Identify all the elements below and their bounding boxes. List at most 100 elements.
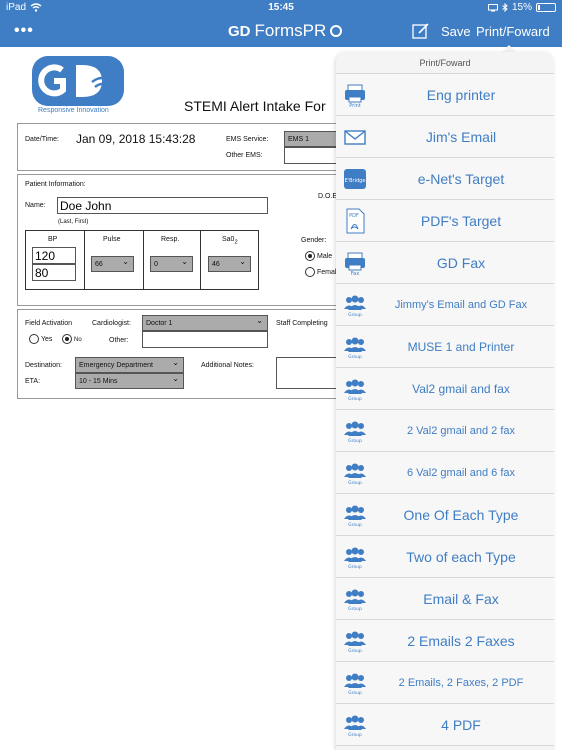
notes-label: Additional Notes: xyxy=(201,362,254,369)
print-forward-popover: Print/Foward Print Eng printer Jim's Email… xyxy=(336,52,554,750)
destination-item-label: 2 Emails 2 Faxes xyxy=(407,633,515,649)
resp-label: Resp. xyxy=(161,236,180,243)
gender-male-label: Male xyxy=(317,253,333,260)
date-label: Date/Time: xyxy=(25,136,59,143)
destination-item[interactable]: Group 4 PDF xyxy=(336,704,554,746)
group-icon: Group xyxy=(344,544,366,570)
ems-service-select[interactable]: EMS 1 xyxy=(284,131,344,147)
field-activation-label: Field Activation xyxy=(25,320,73,327)
group-icon: Group xyxy=(344,418,366,444)
destination-item-label: 6 Val2 gmail and 6 fax xyxy=(406,467,516,479)
group-icon: Group xyxy=(344,628,366,654)
destination-item[interactable]: Fax GD Fax xyxy=(336,242,554,284)
pulse-select[interactable]: 66 ⌄ xyxy=(91,256,134,272)
sao2-select[interactable]: 46 ⌄ xyxy=(208,256,251,272)
eta-label: ETA: xyxy=(25,378,41,385)
destination-label: Destination: xyxy=(25,362,62,369)
group-icon: Group xyxy=(344,334,366,360)
destination-item[interactable]: Group Val2 gmail and fax xyxy=(336,368,554,410)
vitals-divider-2 xyxy=(143,230,144,290)
svg-text:Group: Group xyxy=(348,732,362,738)
name-hint: (Last, First) xyxy=(58,219,89,225)
battery-percent: 15% xyxy=(511,2,532,13)
destination-item-label: Two of each Type xyxy=(406,549,516,565)
svg-text:Group: Group xyxy=(348,480,362,486)
svg-text:Group: Group xyxy=(348,396,362,402)
clock: 15:45 xyxy=(268,2,294,13)
gender-male-radio[interactable] xyxy=(305,251,315,261)
nav-bar: ••• GD FormsPR Save Print/Foward xyxy=(0,16,562,47)
eta-select[interactable]: 10 - 15 Mins ⌄ xyxy=(75,373,184,389)
chevron-down-icon: ⌄ xyxy=(181,257,188,266)
resp-select[interactable]: 0 ⌄ xyxy=(150,256,193,272)
vitals-divider-1 xyxy=(84,230,85,290)
edit-icon[interactable] xyxy=(412,22,430,40)
destination-item[interactable]: Group MUSE 1 and Printer xyxy=(336,326,554,368)
destination-item-label: MUSE 1 and Printer xyxy=(407,340,515,354)
destination-item[interactable]: E'Bridge e-Net's Target xyxy=(336,158,554,200)
destination-item[interactable]: Jim's Email xyxy=(336,116,554,158)
ems-service-label: EMS Service: xyxy=(226,136,269,143)
group-icon: Group xyxy=(344,502,366,528)
name-label: Name: xyxy=(25,202,46,209)
popover-title: Print/Foward xyxy=(336,52,554,74)
svg-text:Group: Group xyxy=(348,522,362,528)
email-icon xyxy=(344,124,366,150)
destination-item-label: e-Net's Target xyxy=(417,171,505,187)
brand-gd: GD xyxy=(228,22,251,40)
cardiologist-select[interactable]: Doctor 1 ⌄ xyxy=(142,315,268,331)
gender-female-radio[interactable] xyxy=(305,267,315,277)
destination-item[interactable]: Group Jimmy's Email and GD Fax xyxy=(336,284,554,326)
destination-select[interactable]: Emergency Department ⌄ xyxy=(75,357,184,373)
form-title: STEMI Alert Intake For xyxy=(184,98,326,114)
destination-item[interactable]: Group One Of Each Type xyxy=(336,494,554,536)
destination-item-label: One Of Each Type xyxy=(403,507,519,523)
destination-item[interactable]: Group 2 Emails, 2 Faxes, 2 PDF xyxy=(336,662,554,704)
svg-text:E'Bridge: E'Bridge xyxy=(345,178,366,184)
destination-item[interactable]: Group 2 Val2 gmail and 2 fax xyxy=(336,410,554,452)
pulse-label: Pulse xyxy=(103,236,121,243)
other-ems-input[interactable] xyxy=(284,147,344,164)
bluetooth-icon xyxy=(502,3,508,12)
destination-item-label: Jimmy's Email and GD Fax xyxy=(394,299,528,311)
bp-diastolic-input[interactable]: 80 xyxy=(32,264,76,281)
name-input[interactable]: Doe John xyxy=(57,197,268,214)
chevron-down-icon: ⌄ xyxy=(122,257,129,266)
destination-item[interactable]: Group 2 Emails 2 Faxes xyxy=(336,620,554,662)
menu-dots-button[interactable]: ••• xyxy=(14,22,34,40)
sao2-label: Sa02 xyxy=(222,236,238,246)
chevron-down-icon: ⌄ xyxy=(239,257,246,266)
svg-text:Print: Print xyxy=(349,103,361,108)
svg-text:Group: Group xyxy=(348,438,362,444)
battery-icon xyxy=(536,3,556,12)
svg-text:PDF: PDF xyxy=(349,213,359,219)
destination-item[interactable]: Print Eng printer xyxy=(336,74,554,116)
patient-info-label: Patient Information: xyxy=(25,181,86,188)
group-icon: Group xyxy=(344,670,366,696)
destination-item-label: 2 Val2 gmail and 2 fax xyxy=(406,425,516,437)
destination-item-label: 4 PDF xyxy=(441,717,481,733)
other-label: Other: xyxy=(109,337,129,344)
other-ems-label: Other EMS: xyxy=(226,152,263,159)
destination-item[interactable]: Group Email & Fax xyxy=(336,578,554,620)
bp-label: BP xyxy=(48,236,58,243)
group-icon: Group xyxy=(344,376,366,402)
pdf-icon: PDF xyxy=(344,208,366,234)
destination-item[interactable]: PDF PDF's Target xyxy=(336,200,554,242)
notes-input[interactable] xyxy=(276,357,340,389)
top-bar: iPad 15:45 15% ••• GD FormsPR Save Print… xyxy=(0,0,562,47)
bp-systolic-input[interactable]: 120 xyxy=(32,247,76,264)
print-forward-button[interactable]: Print/Foward xyxy=(476,24,550,39)
field-activation-no-radio[interactable] xyxy=(62,334,72,344)
save-button[interactable]: Save xyxy=(441,24,471,39)
field-activation-yes-radio[interactable] xyxy=(29,334,39,344)
cardiologist-label: Cardiologist: xyxy=(92,320,131,327)
dob-label: D.O.E xyxy=(318,193,338,200)
destination-item-label: 2 Emails, 2 Faxes, 2 PDF xyxy=(398,677,524,689)
logo-tagline: Responsive Innovation xyxy=(38,107,109,114)
destination-item-label: Email & Fax xyxy=(423,591,499,607)
destination-item[interactable]: Group Two of each Type xyxy=(336,536,554,578)
other-cardiologist-input[interactable] xyxy=(142,331,268,348)
destination-item[interactable]: Group 6 Val2 gmail and 6 fax xyxy=(336,452,554,494)
destination-item-label: GD Fax xyxy=(436,255,486,271)
